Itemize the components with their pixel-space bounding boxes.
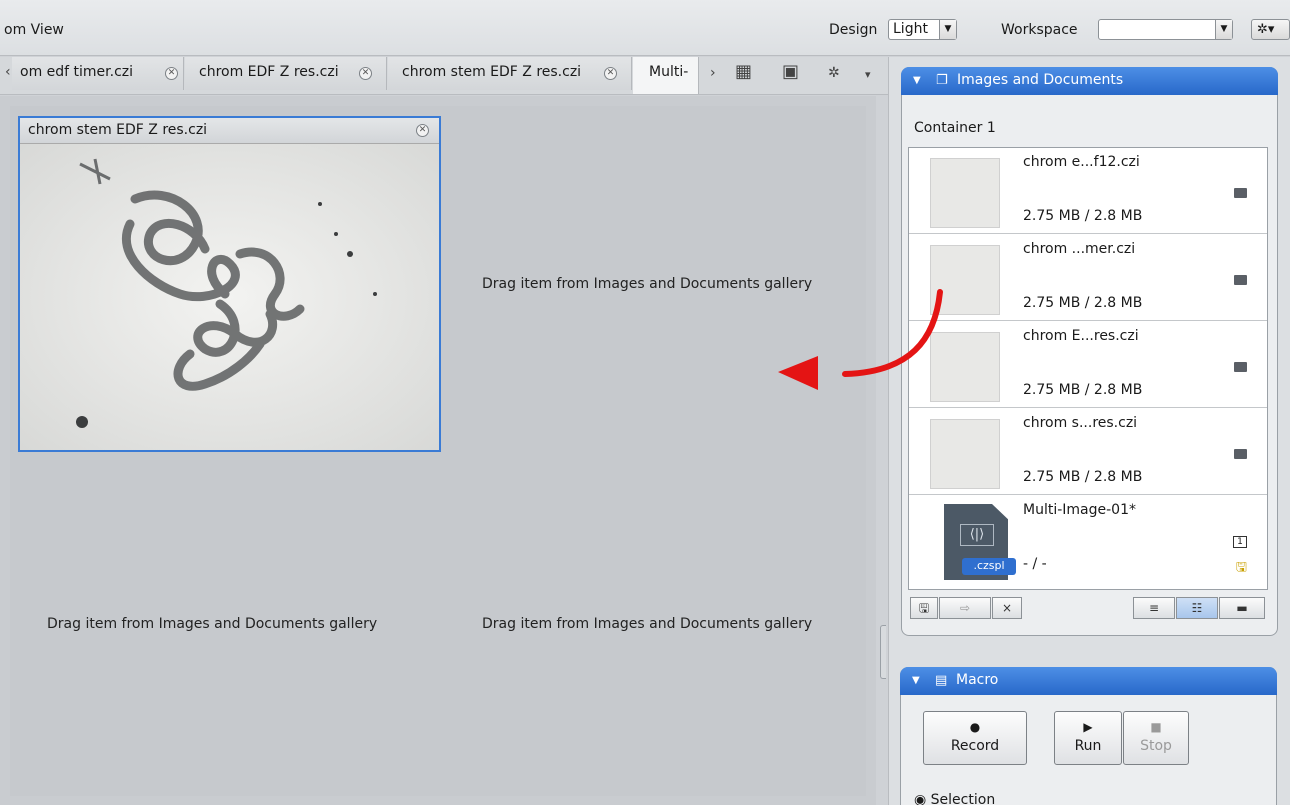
gallery-item[interactable]: chrom s...res.czi 2.75 MB / 2.8 MB xyxy=(909,409,1267,495)
top-bar: om View Design Light ▼ Workspace ▼ ✲▾ xyxy=(0,0,1290,56)
chevron-down-icon[interactable]: ▼ xyxy=(939,20,956,39)
close-icon[interactable]: ✕ xyxy=(165,67,178,80)
panel-title: Images and Documents xyxy=(957,72,1124,88)
design-select[interactable]: Light ▼ xyxy=(888,19,957,40)
compact-view-icon[interactable]: ▬ xyxy=(1219,597,1265,619)
image-slot-title: chrom stem EDF Z res.czi xyxy=(28,122,208,138)
record-label: Record xyxy=(950,738,1000,754)
close-icon[interactable]: ✕ xyxy=(604,67,617,80)
images-documents-header[interactable]: ▼ ❐ Images and Documents xyxy=(901,67,1278,95)
tab-chrom-stem-edf-z-res[interactable]: chrom stem EDF Z res.czi ✕ xyxy=(388,57,632,90)
unsaved-icon: 🖫 xyxy=(1235,560,1247,575)
image-type-icon xyxy=(1234,275,1247,285)
image-slot-1[interactable]: chrom stem EDF Z res.czi ✕ xyxy=(18,116,441,452)
play-icon: ▶ xyxy=(1083,720,1093,734)
item-name: chrom e...f12.czi xyxy=(1023,154,1140,170)
chromosome-image xyxy=(20,144,439,450)
image-thumbnail xyxy=(930,419,1000,489)
microscopy-image[interactable] xyxy=(20,144,439,450)
panel-resize-handle[interactable] xyxy=(880,625,886,679)
gallery-item[interactable]: chrom E...res.czi 2.75 MB / 2.8 MB xyxy=(909,322,1267,408)
split-view-icon[interactable]: ▣ xyxy=(782,61,799,82)
chevron-down-icon[interactable]: ▾ xyxy=(865,68,871,81)
close-document-icon[interactable]: × xyxy=(992,597,1022,619)
item-name: chrom ...mer.czi xyxy=(1023,241,1136,257)
image-type-icon xyxy=(1234,188,1247,198)
run-label: Run xyxy=(1074,738,1102,754)
tab-scroll-right-icon[interactable]: › xyxy=(710,65,716,81)
tab-om-edf-timer[interactable]: om edf timer.czi ✕ xyxy=(12,57,184,90)
stop-icon: ■ xyxy=(1150,720,1162,734)
stop-button[interactable]: ■ Stop xyxy=(1123,711,1189,765)
expand-icon[interactable]: ◉ xyxy=(914,792,926,805)
item-size: 2.75 MB / 2.8 MB xyxy=(1023,382,1143,398)
image-thumbnail xyxy=(930,332,1000,402)
app-title: om View xyxy=(4,22,64,38)
split-arrows-icon: ⟨|⟩ xyxy=(960,524,994,546)
drop-hint-bottom-left: Drag item from Images and Documents gall… xyxy=(47,616,378,632)
collapse-icon[interactable]: ▼ xyxy=(913,67,921,94)
item-size: 2.75 MB / 2.8 MB xyxy=(1023,295,1143,311)
tab-label: chrom stem EDF Z res.czi xyxy=(402,64,582,80)
images-gallery-list[interactable]: chrom e...f12.czi 2.75 MB / 2.8 MB chrom… xyxy=(908,147,1268,590)
settings-button[interactable]: ✲▾ xyxy=(1251,19,1290,40)
tab-label: chrom EDF Z res.czi xyxy=(199,64,339,80)
gear-icon[interactable]: ✲ xyxy=(828,65,840,81)
gallery-item[interactable]: ⟨|⟩ .czspl Multi-Image-01* - / - 1 🖫 xyxy=(909,496,1267,582)
tab-multi-image[interactable]: Multi- xyxy=(633,57,699,94)
gear-icon: ✲▾ xyxy=(1257,22,1275,37)
image-slot-header: chrom stem EDF Z res.czi ✕ xyxy=(20,118,439,144)
macro-header[interactable]: ▼ ▤ Macro xyxy=(900,667,1277,695)
export-icon[interactable]: ⇨ xyxy=(939,597,991,619)
chevron-down-icon[interactable]: ▼ xyxy=(1215,20,1232,39)
collapse-icon[interactable]: ▼ xyxy=(912,667,920,694)
item-size: - / - xyxy=(1023,556,1047,572)
container-label: Container 1 xyxy=(914,120,996,136)
gallery-item[interactable]: chrom ...mer.czi 2.75 MB / 2.8 MB xyxy=(909,235,1267,321)
item-name: chrom E...res.czi xyxy=(1023,328,1139,344)
image-thumbnail xyxy=(930,158,1000,228)
item-name: chrom s...res.czi xyxy=(1023,415,1138,431)
run-button[interactable]: ▶ Run xyxy=(1054,711,1122,765)
macro-icon: ▤ xyxy=(935,673,948,688)
image-type-icon xyxy=(1234,362,1247,372)
design-label: Design xyxy=(829,22,878,38)
gallery-item[interactable]: chrom e...f12.czi 2.75 MB / 2.8 MB xyxy=(909,148,1267,234)
list-view-icon[interactable]: ≡ xyxy=(1133,597,1175,619)
workspace-select[interactable]: ▼ xyxy=(1098,19,1233,40)
drop-hint-bottom-right: Drag item from Images and Documents gall… xyxy=(482,616,813,632)
record-icon: ● xyxy=(969,720,981,734)
item-size: 2.75 MB / 2.8 MB xyxy=(1023,469,1143,485)
item-size: 2.75 MB / 2.8 MB xyxy=(1023,208,1143,224)
record-button[interactable]: ● Record xyxy=(923,711,1027,765)
selection-label: Selection xyxy=(930,792,996,805)
tab-scroll-left-icon[interactable]: ‹ xyxy=(5,64,11,80)
image-thumbnail xyxy=(930,245,1000,315)
document-tab-bar: ‹ om edf timer.czi ✕ chrom EDF Z res.czi… xyxy=(0,57,888,95)
panel-title: Macro xyxy=(956,672,999,688)
close-icon[interactable]: ✕ xyxy=(359,67,372,80)
design-select-value: Light xyxy=(893,21,928,37)
stop-label: Stop xyxy=(1140,738,1172,754)
tab-chrom-edf-z-res[interactable]: chrom EDF Z res.czi ✕ xyxy=(185,57,387,90)
workspace-label: Workspace xyxy=(1001,22,1078,38)
detail-view-icon[interactable]: ☷ xyxy=(1176,597,1218,619)
image-type-icon xyxy=(1234,449,1247,459)
file-extension-badge: .czspl xyxy=(962,558,1016,575)
close-icon[interactable]: ✕ xyxy=(416,124,429,137)
item-name: Multi-Image-01* xyxy=(1023,502,1136,518)
tab-label: Multi- xyxy=(649,64,689,80)
selection-section[interactable]: ◉ Selection xyxy=(914,792,995,805)
grid-layout-icon[interactable]: ▦ xyxy=(735,61,752,82)
gallery-icon: ❐ xyxy=(936,73,948,88)
page-count-icon: 1 xyxy=(1233,536,1247,548)
tab-label: om edf timer.czi xyxy=(20,64,134,80)
save-icon[interactable]: 🖫 xyxy=(910,597,938,619)
drop-hint-top-right: Drag item from Images and Documents gall… xyxy=(482,276,813,292)
